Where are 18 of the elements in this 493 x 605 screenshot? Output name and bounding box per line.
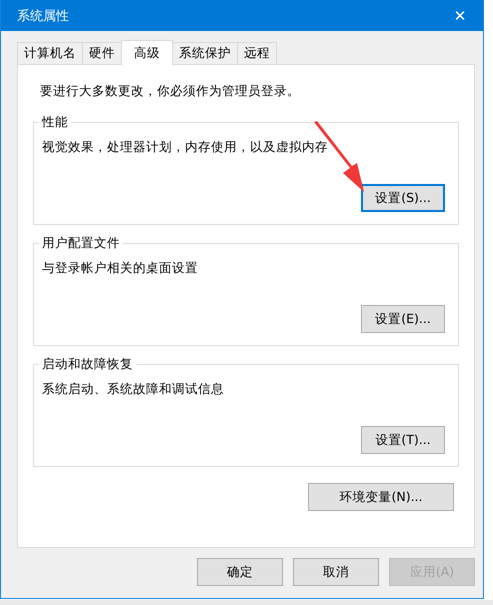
settings-button[interactable]: 设置(S)...	[361, 184, 445, 212]
tab[interactable]: 高级	[121, 40, 173, 65]
group-title: 启动和故障恢复	[39, 356, 136, 373]
dialog-button[interactable]: 确定	[197, 558, 283, 586]
group-description: 系统启动、系统故障和调试信息	[42, 381, 225, 398]
dialog-button[interactable]: 取消	[293, 558, 379, 586]
settings-button[interactable]: 设置(T)...	[361, 426, 445, 454]
tab[interactable]: 计算机名	[17, 42, 83, 64]
notice-text: 要进行大多数更改，你必须作为管理员登录。	[40, 83, 301, 100]
group-title: 用户配置文件	[39, 235, 123, 252]
environment-variables-button[interactable]: 环境变量(N)...	[308, 483, 454, 511]
window-title: 系统属性	[17, 8, 69, 24]
group-description: 与登录帐户相关的桌面设置	[42, 260, 199, 277]
settings-button[interactable]: 设置(E)...	[361, 305, 445, 333]
tab[interactable]: 远程	[237, 42, 277, 64]
close-button[interactable]: ✕	[437, 0, 483, 31]
group-description: 视觉效果，处理器计划，内存使用，以及虚拟内存	[42, 139, 329, 156]
group-title: 性能	[39, 114, 71, 131]
